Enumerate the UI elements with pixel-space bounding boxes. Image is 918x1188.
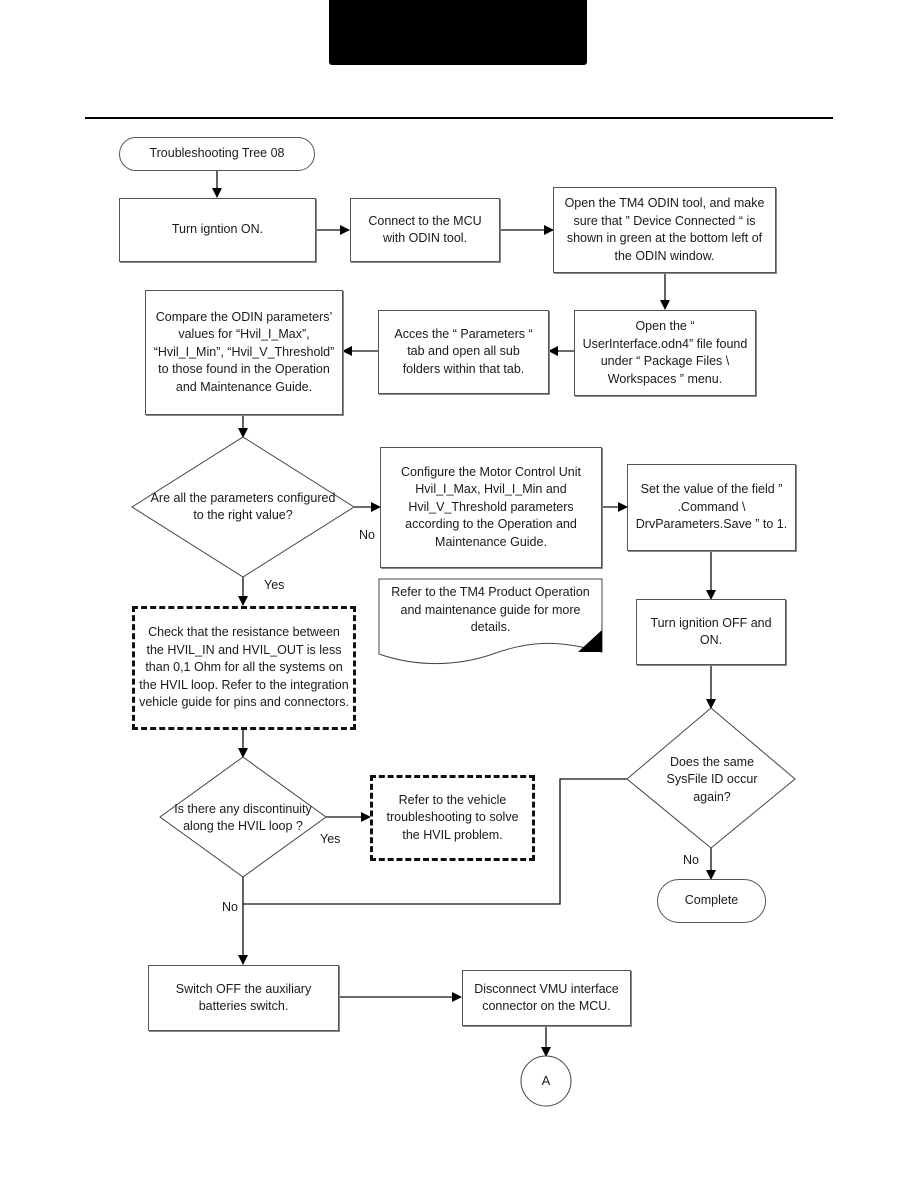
connector-a-label: A [541, 1073, 551, 1089]
start-terminal-label: Troubleshooting Tree 08 [149, 146, 285, 161]
edge-label-sysfile-no: No [683, 853, 699, 867]
step-compare-parameters-label: Compare the ODIN parameters’ values for … [153, 309, 335, 394]
step-ignition-on-label: Turn igntion ON. [171, 222, 264, 237]
edge-label-params-no: No [359, 528, 375, 542]
step-ignition-on: Turn igntion ON. [119, 198, 316, 262]
step-open-odin-label: Open the TM4 ODIN tool, and make sure th… [564, 196, 765, 263]
step-configure-mcu-label: Configure the Motor Control Unit Hvil_I_… [401, 464, 581, 549]
step-ignition-off-on: Turn ignition OFF and ON. [636, 599, 786, 665]
edge-label-disc-yes: Yes [320, 832, 341, 846]
step-set-value: Set the value of the field ” .Command \ … [627, 464, 796, 551]
step-open-userinterface: Open the “ UserInterface.odn4” file foun… [574, 310, 756, 396]
edge-label-disc-no: No [222, 900, 238, 914]
step-refer-vehicle-label: Refer to the vehicle troubleshooting to … [386, 792, 519, 842]
step-access-parameters-label: Acces the “ Parameters “ tab and open al… [394, 326, 533, 376]
step-open-userinterface-label: Open the “ UserInterface.odn4” file foun… [582, 319, 748, 386]
step-switch-off-aux-label: Switch OFF the auxiliary batteries switc… [175, 981, 312, 1014]
step-check-resistance-label: Check that the resistance between the HV… [139, 625, 349, 710]
decision-sysfile-again-label: Does the same SysFile ID occur again? [666, 754, 758, 804]
edge-label-params-yes: Yes [264, 578, 285, 592]
connector-a: A [521, 1056, 571, 1106]
decision-discontinuity: Is there any discontinuity along the HVI… [172, 791, 314, 845]
note-refer-tm4-doc-label: Refer to the TM4 Product Operation and m… [391, 585, 590, 634]
decision-discontinuity-label: Is there any discontinuity along the HVI… [174, 801, 312, 834]
decision-sysfile-again: Does the same SysFile ID occur again? [652, 755, 772, 804]
step-configure-mcu: Configure the Motor Control Unit Hvil_I_… [380, 447, 602, 568]
step-refer-vehicle: Refer to the vehicle troubleshooting to … [370, 775, 535, 861]
step-compare-parameters: Compare the ODIN parameters’ values for … [145, 290, 343, 415]
decision-params-configured: Are all the parameters configured to the… [150, 480, 336, 534]
step-connect-mcu: Connect to the MCU with ODIN tool. [350, 198, 500, 262]
step-open-odin: Open the TM4 ODIN tool, and make sure th… [553, 187, 776, 273]
step-disconnect-vmu: Disconnect VMU interface connector on th… [462, 970, 631, 1026]
end-terminal: Complete [657, 879, 766, 923]
step-check-resistance: Check that the resistance between the HV… [132, 606, 356, 730]
note-refer-tm4-doc: Refer to the TM4 Product Operation and m… [379, 582, 602, 638]
step-switch-off-aux: Switch OFF the auxiliary batteries switc… [148, 965, 339, 1031]
start-terminal: Troubleshooting Tree 08 [119, 137, 315, 171]
step-connect-mcu-label: Connect to the MCU with ODIN tool. [368, 213, 482, 246]
step-disconnect-vmu-label: Disconnect VMU interface connector on th… [474, 981, 619, 1014]
step-ignition-off-on-label: Turn ignition OFF and ON. [650, 615, 772, 648]
step-set-value-label: Set the value of the field ” .Command \ … [635, 482, 788, 532]
end-terminal-label: Complete [684, 893, 739, 908]
decision-params-configured-label: Are all the parameters configured to the… [150, 490, 336, 523]
step-access-parameters: Acces the “ Parameters “ tab and open al… [378, 310, 549, 394]
